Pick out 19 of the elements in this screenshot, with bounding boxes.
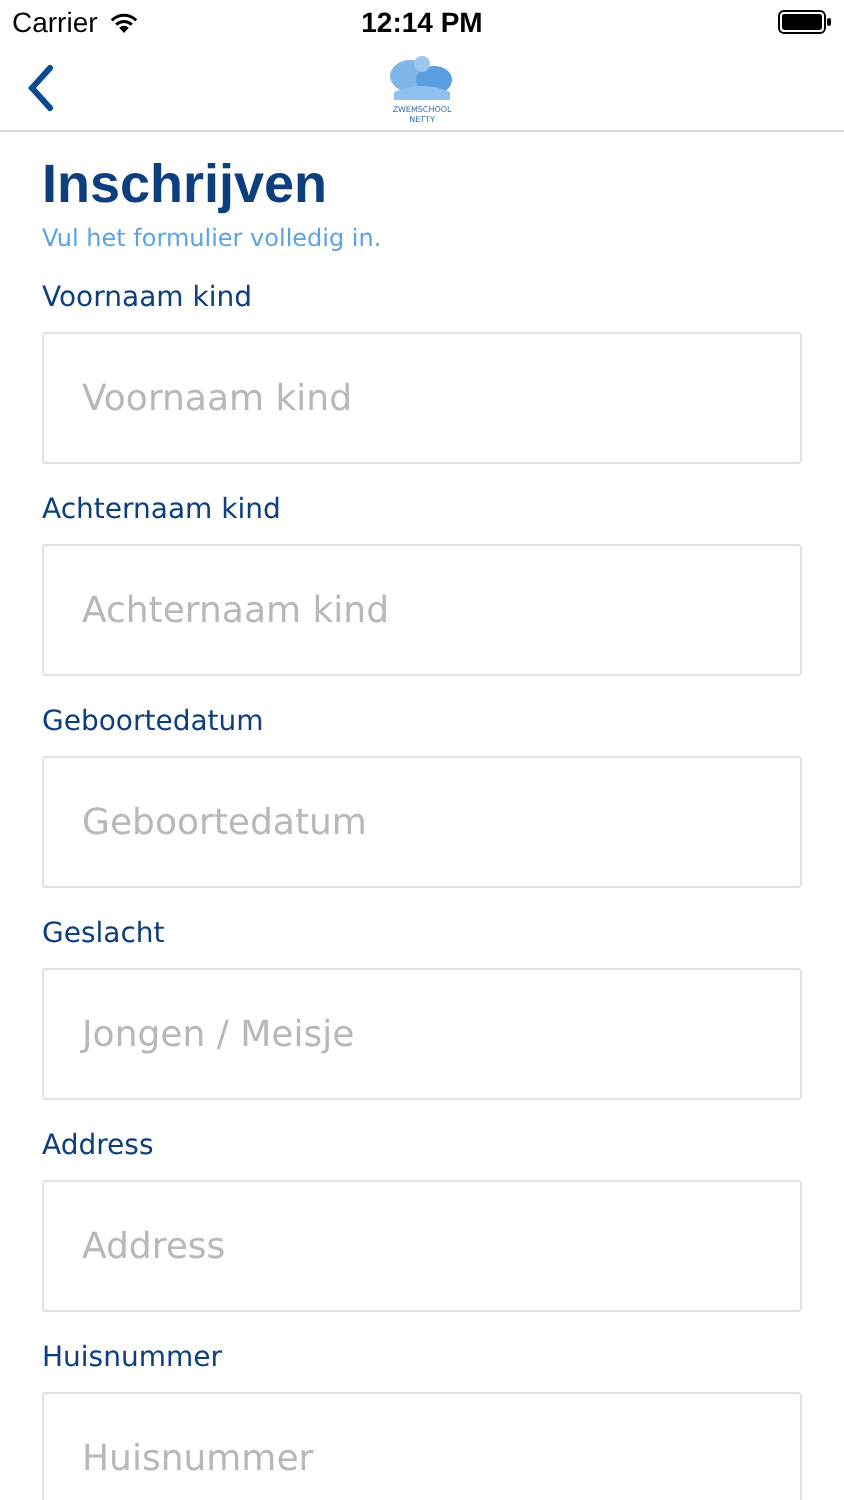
back-icon[interactable] [26,64,54,112]
input-field[interactable]: Achternaam kind [42,544,802,676]
input-field[interactable]: Address [42,1180,802,1312]
wifi-icon [107,10,140,34]
field-label: Address [42,1128,156,1166]
input-field[interactable]: Geboortedatum [42,756,802,888]
input-field[interactable]: Huisnummer [42,1392,802,1500]
field-label: Geboortedatum [42,704,266,742]
field-label: Achternaam kind [42,492,283,530]
input-field[interactable]: Voornaam kind [42,332,802,464]
clock-time: 12:14 PM [361,6,483,38]
field-label: Voornaam kind [42,280,255,318]
carrier-label: Carrier [12,6,98,38]
field-label: Geslacht [42,916,167,954]
field-label: Huisnummer [42,1340,224,1378]
page-title: Inschrijven [42,152,330,216]
input-field[interactable]: Jongen / Meisje [42,968,802,1100]
battery-icon [778,10,832,34]
form-instruction: Vul het formulier volledig in. [42,222,384,254]
